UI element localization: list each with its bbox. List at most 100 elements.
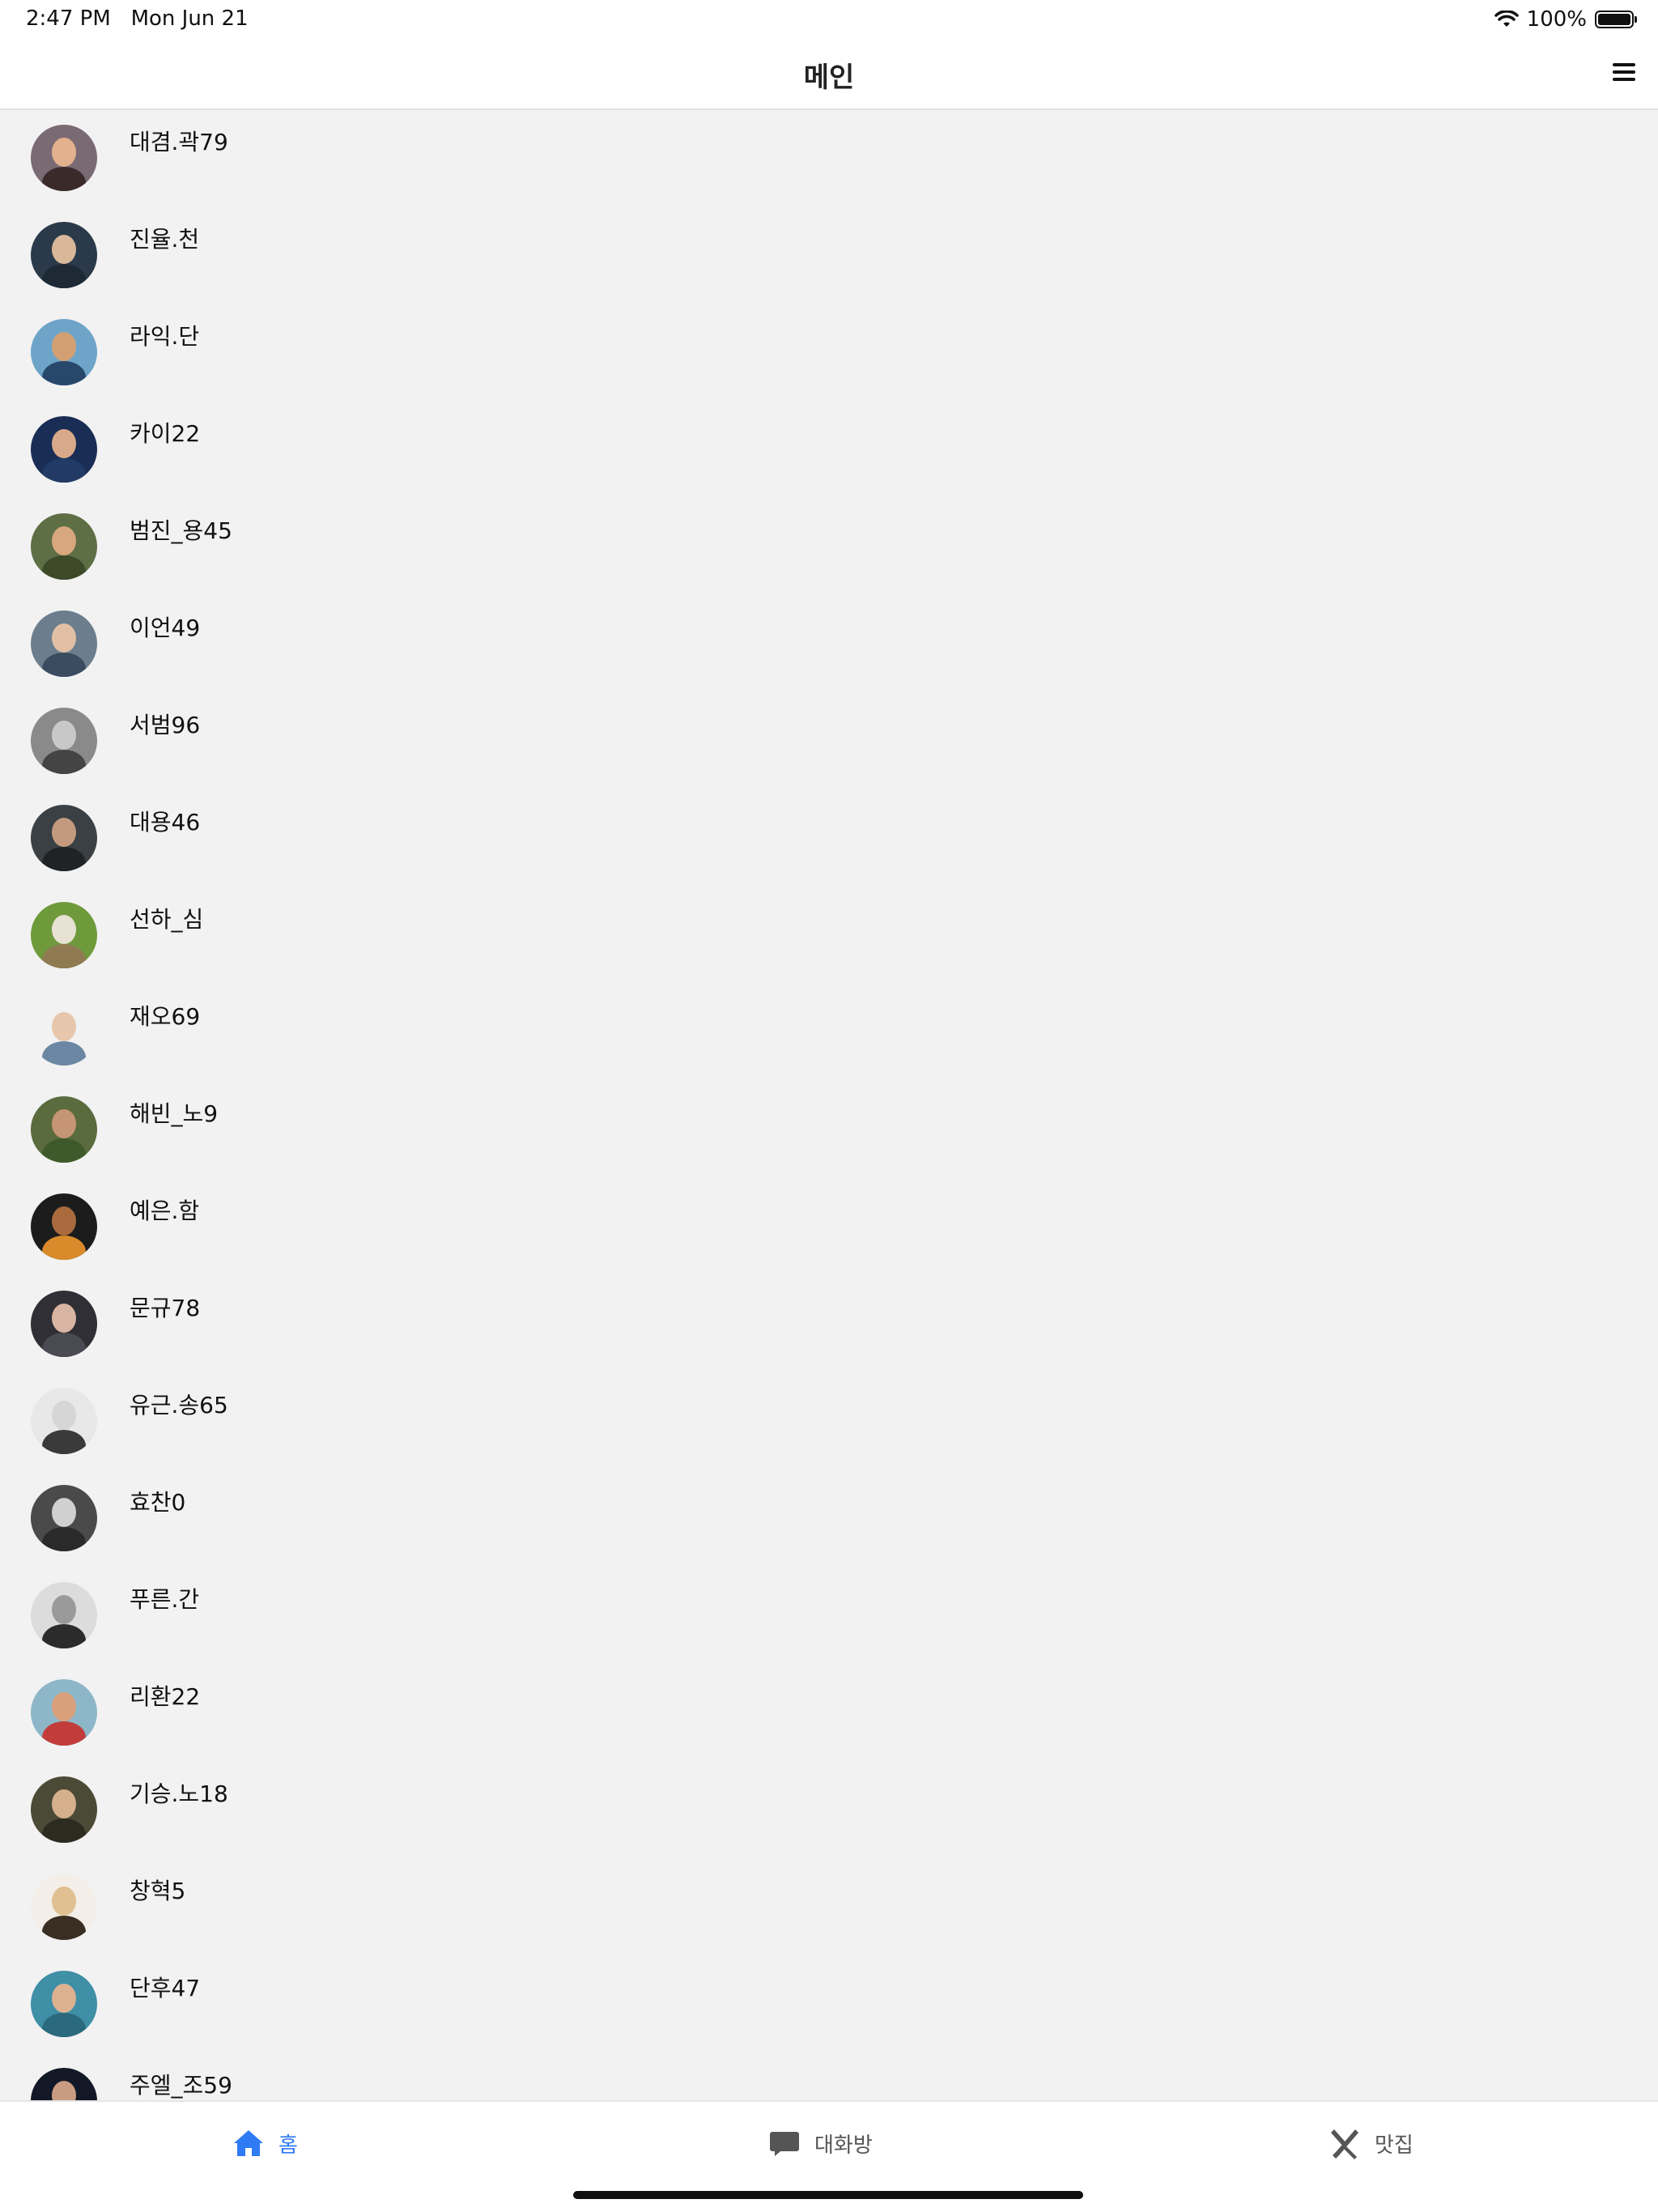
- avatar: [31, 222, 97, 288]
- menu-button[interactable]: [1613, 63, 1637, 87]
- user-name: 기승.노18: [130, 1780, 228, 1807]
- avatar-body: [42, 1430, 86, 1454]
- user-list-item[interactable]: 주엘_조59: [0, 2053, 1658, 2100]
- user-list-item[interactable]: 유근.송65: [0, 1373, 1658, 1470]
- user-name: 진율.천: [130, 226, 200, 253]
- avatar-face: [52, 1789, 76, 1819]
- avatar: [31, 1776, 97, 1843]
- user-list-item[interactable]: 카이22: [0, 402, 1658, 499]
- tab-food[interactable]: 맛집: [1328, 2123, 1414, 2163]
- user-name: 카이22: [130, 420, 201, 447]
- tab-food-label: 맛집: [1375, 2133, 1414, 2158]
- avatar: [31, 999, 97, 1066]
- avatar-body: [42, 1333, 86, 1357]
- user-list-item[interactable]: 진율.천: [0, 207, 1658, 304]
- avatar-face: [52, 1887, 76, 1916]
- user-name: 재오69: [130, 1003, 201, 1030]
- user-name: 해빈_노9: [130, 1100, 219, 1127]
- user-list-item[interactable]: 예은.함: [0, 1179, 1658, 1276]
- avatar-face: [52, 1401, 76, 1430]
- avatar-face: [52, 2081, 76, 2100]
- user-list-item[interactable]: 창혁5: [0, 1859, 1658, 1956]
- avatar: [31, 805, 97, 871]
- avatar-body: [42, 750, 86, 774]
- home-indicator: [573, 2191, 1083, 2199]
- user-list-item[interactable]: 푸른.간: [0, 1568, 1658, 1665]
- avatar-body: [42, 1527, 86, 1551]
- avatar-body: [42, 1041, 86, 1066]
- user-list-item[interactable]: 단후47: [0, 1956, 1658, 2053]
- user-name: 라익.단: [130, 323, 200, 350]
- avatar-face: [52, 1304, 76, 1333]
- tab-home-label: 홈: [278, 2133, 298, 2158]
- hamburger-icon-line: [1613, 78, 1635, 81]
- user-name: 창혁5: [130, 1878, 186, 1904]
- user-list-item[interactable]: 서범96: [0, 693, 1658, 790]
- user-list-item[interactable]: 기승.노18: [0, 1762, 1658, 1859]
- user-list-item[interactable]: 효찬0: [0, 1470, 1658, 1568]
- user-name: 유근.송65: [130, 1392, 228, 1419]
- user-name: 푸른.간: [130, 1586, 200, 1613]
- hamburger-icon-line: [1613, 70, 1635, 74]
- avatar-body: [42, 2013, 86, 2037]
- avatar-face: [52, 915, 76, 944]
- user-name: 리환22: [130, 1683, 201, 1710]
- user-list-item[interactable]: 리환22: [0, 1665, 1658, 1762]
- avatar: [31, 902, 97, 968]
- avatar-face: [52, 1012, 76, 1041]
- avatar: [31, 708, 97, 774]
- user-list-item[interactable]: 라익.단: [0, 304, 1658, 402]
- battery-level: [1598, 14, 1630, 25]
- user-list-item[interactable]: 대용46: [0, 790, 1658, 887]
- status-indicators: 100%: [1494, 5, 1637, 34]
- avatar: [31, 1874, 97, 1940]
- avatar-body: [42, 1138, 86, 1163]
- avatar-face: [52, 1692, 76, 1721]
- tab-chat[interactable]: 대화방: [767, 2123, 873, 2163]
- avatar: [31, 2068, 97, 2100]
- wifi-icon: [1494, 11, 1519, 27]
- tab-home[interactable]: 홈: [232, 2123, 298, 2163]
- avatar-face: [52, 526, 76, 555]
- avatar-body: [42, 1236, 86, 1260]
- avatar: [31, 1193, 97, 1260]
- tab-chat-label: 대화방: [814, 2133, 873, 2158]
- avatar: [31, 1096, 97, 1163]
- avatar: [31, 1679, 97, 1746]
- user-name: 대겸.곽79: [130, 129, 228, 155]
- avatar-face: [52, 235, 76, 264]
- user-list-item[interactable]: 해빈_노9: [0, 1082, 1658, 1179]
- avatar: [31, 610, 97, 677]
- avatar: [31, 1971, 97, 2037]
- user-list-item[interactable]: 재오69: [0, 985, 1658, 1082]
- user-name: 효찬0: [130, 1489, 186, 1516]
- user-name: 선하_심: [130, 906, 204, 933]
- avatar-face: [52, 623, 76, 653]
- user-list-item[interactable]: 이언49: [0, 596, 1658, 693]
- avatar-body: [42, 361, 86, 385]
- navigation-header: 메인: [0, 39, 1658, 110]
- avatar-face: [52, 818, 76, 847]
- avatar: [31, 125, 97, 191]
- avatar: [31, 416, 97, 483]
- battery-percent: 100%: [1526, 7, 1587, 32]
- avatar-face: [52, 721, 76, 750]
- user-list-item[interactable]: 문규78: [0, 1276, 1658, 1373]
- avatar-body: [42, 264, 86, 288]
- avatar: [31, 319, 97, 385]
- user-name: 범진_용45: [130, 517, 232, 544]
- avatar-face: [52, 1498, 76, 1527]
- utensils-icon: [1331, 2129, 1358, 2159]
- avatar-body: [42, 653, 86, 677]
- user-name: 단후47: [130, 1975, 201, 2001]
- user-list[interactable]: 대겸.곽79 진율.천라익.단카이22 범진_용45 이언49 서범96 대용46 선하_심…: [0, 110, 1658, 2100]
- avatar-body: [42, 1916, 86, 1940]
- status-date-value: Mon Jun 21: [130, 6, 249, 31]
- user-list-item[interactable]: 범진_용45: [0, 499, 1658, 596]
- user-name: 예은.함: [130, 1197, 200, 1224]
- user-list-item[interactable]: 대겸.곽79: [0, 110, 1658, 207]
- avatar-face: [52, 138, 76, 167]
- user-list-item[interactable]: 선하_심: [0, 887, 1658, 985]
- status-bar: 2:47 PM Mon Jun 21 100%: [0, 0, 1658, 39]
- avatar-body: [42, 944, 86, 968]
